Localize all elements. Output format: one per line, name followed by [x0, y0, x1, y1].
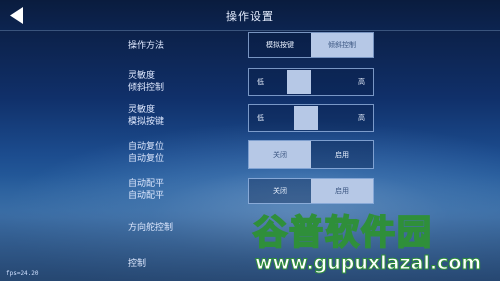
option-on[interactable]: 启用 — [311, 179, 373, 203]
auto-reset-toggle: 关闭 启用 — [248, 140, 374, 169]
slider-thumb[interactable] — [287, 70, 311, 94]
option-off[interactable]: 关闭 — [249, 141, 311, 168]
sensitivity-keys-label: 灵敏度 模拟按键 — [128, 104, 164, 128]
control-method-toggle: 模拟按键 倾斜控制 — [248, 32, 374, 58]
watermark-url: www.gupuxlazal.com — [254, 252, 482, 275]
auto-reset-label-line1: 自动复位 — [128, 142, 165, 152]
control-label: 控制 — [128, 259, 147, 269]
auto-trim-label-line1: 自动配平 — [128, 179, 165, 189]
option-analog-keys[interactable]: 模拟按键 — [249, 33, 311, 57]
auto-trim-label-line2: 自动配平 — [128, 191, 165, 201]
watermark-text: 谷普软件园 — [252, 212, 433, 254]
option-off[interactable]: 关闭 — [249, 179, 311, 203]
slider-thumb[interactable] — [294, 106, 318, 130]
slider-low-label: 低 — [257, 114, 264, 122]
fps-counter: fps=24.20 — [6, 270, 39, 277]
sensitivity-keys-label-line1: 灵敏度 — [128, 105, 156, 115]
sensitivity-keys-label-line2: 模拟按键 — [128, 117, 165, 127]
slider-high-label: 高 — [358, 114, 365, 122]
option-on[interactable]: 启用 — [311, 141, 373, 168]
option-tilt-control[interactable]: 倾斜控制 — [311, 33, 373, 57]
sensitivity-tilt-label-line1: 灵敏度 — [128, 71, 156, 81]
auto-trim-toggle: 关闭 启用 — [248, 178, 374, 204]
sensitivity-keys-slider[interactable]: 低 高 — [248, 104, 374, 132]
rudder-control-label: 方向舵控制 — [128, 223, 174, 233]
sensitivity-tilt-slider[interactable]: 低 高 — [248, 68, 374, 96]
watermark-logo: 谷普软件园 www.gupuxlazal.com — [245, 205, 500, 281]
auto-reset-label: 自动复位 自动复位 — [128, 141, 164, 165]
control-method-label: 操作方法 — [128, 41, 165, 51]
auto-reset-label-line2: 自动复位 — [128, 154, 165, 164]
auto-trim-label: 自动配平 自动配平 — [128, 178, 164, 202]
slider-high-label: 高 — [358, 78, 365, 86]
header-bar: 操作设置 — [0, 0, 500, 31]
page-title: 操作设置 — [226, 10, 274, 23]
slider-low-label: 低 — [257, 78, 264, 86]
sensitivity-tilt-label-line2: 倾斜控制 — [128, 83, 165, 93]
sensitivity-tilt-label: 灵敏度 倾斜控制 — [128, 70, 164, 94]
